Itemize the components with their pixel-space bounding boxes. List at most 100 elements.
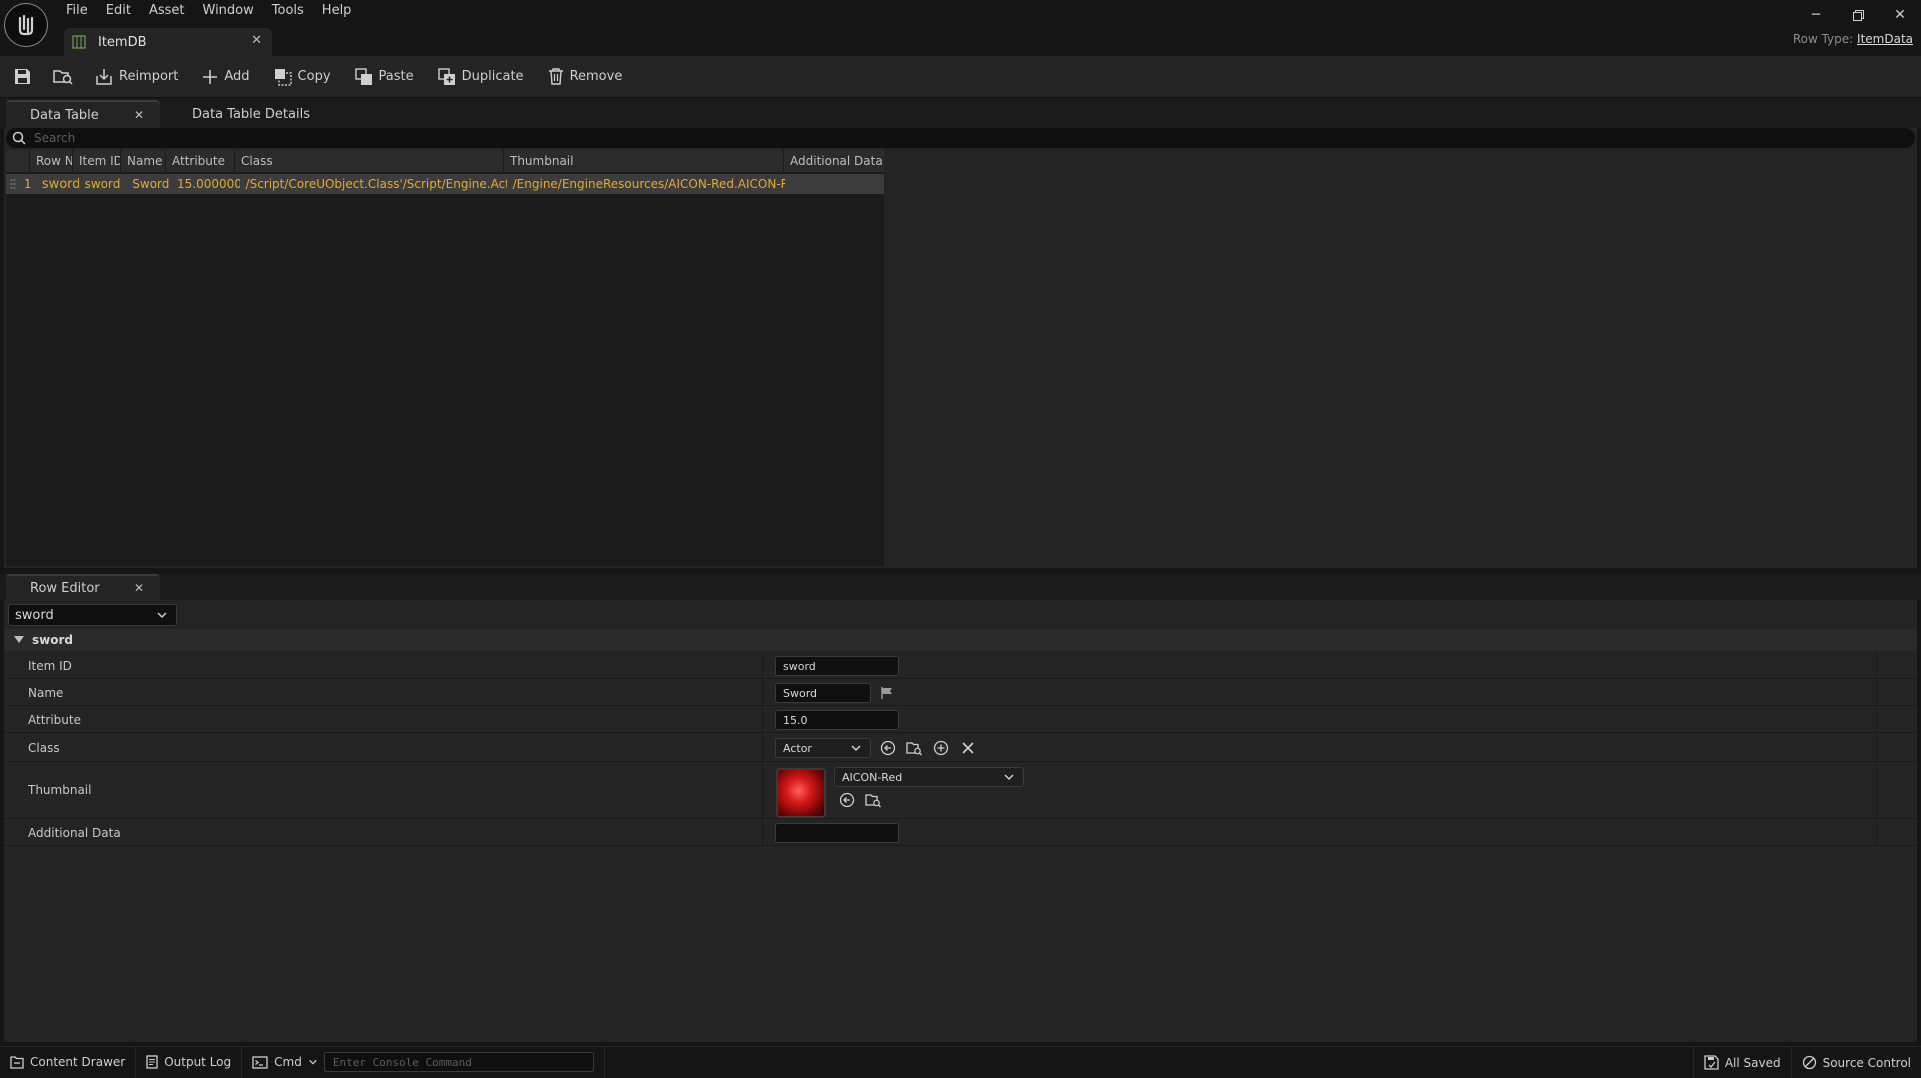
save-all-icon [1704,1055,1719,1070]
property-label: Item ID [28,659,72,673]
browse-button[interactable] [53,62,73,92]
table-row[interactable]: 1 sword sword Sword 15.000000 /Script/Co… [6,174,884,194]
all-saved-label: All Saved [1724,1055,1781,1070]
tab-data-table-details[interactable]: Data Table Details [180,100,330,128]
console-input[interactable]: Enter Console Command [323,1052,594,1072]
row-type-label: Row Type: [1792,32,1854,46]
use-selected-arrow-icon[interactable] [879,739,897,757]
class-picker-value: Actor [783,741,812,755]
add-button[interactable]: Add [202,62,250,92]
browse-folder-icon[interactable] [864,791,882,809]
reimport-button[interactable]: Reimport [95,62,178,92]
column-divider [762,679,763,705]
thumbnail-preview[interactable] [776,768,826,818]
save-button[interactable] [14,62,31,92]
divider [603,1046,605,1078]
table-body [6,150,884,566]
source-control-button[interactable]: Source Control [1792,1047,1921,1078]
document-tab[interactable]: ItemDB ✕ [64,28,272,56]
property-label: Thumbnail [28,783,92,797]
property-row-item-id: Item ID sword [4,652,1917,679]
output-log-button[interactable]: Output Log [136,1046,243,1078]
category-header[interactable]: sword [4,629,1917,651]
column-header-item-id[interactable]: Item ID [73,150,121,172]
browse-folder-icon[interactable] [905,739,923,757]
cell-thumbnail[interactable]: /Engine/EngineResources/AICON-Red.AICON-… [507,174,785,194]
copy-button[interactable]: Copy [274,62,331,92]
menu-edit[interactable]: Edit [102,0,145,22]
chevron-down-icon [1003,771,1015,783]
add-circle-icon[interactable] [932,739,950,757]
column-divider [762,733,763,761]
column-header-additional-data[interactable]: Additional Data [784,150,884,172]
attribute-field[interactable]: 15.0 [775,710,899,730]
unreal-logo-icon[interactable] [4,3,48,47]
menu-asset[interactable]: Asset [145,0,199,22]
search-input[interactable]: Search [6,128,1915,148]
property-row-additional-data: Additional Data [4,819,1917,846]
column-divider [762,819,763,845]
all-saved-button[interactable]: All Saved [1692,1047,1792,1078]
drag-handle-icon[interactable] [6,174,20,194]
cell-additional-data[interactable] [785,174,884,194]
property-row-class: Class Actor [4,733,1917,762]
row-select-value: sword [15,607,54,623]
name-field[interactable]: Sword [775,683,871,703]
source-control-disabled-icon [1802,1055,1817,1070]
tab-data-table[interactable]: Data Table ✕ [6,100,160,128]
remove-button[interactable]: Remove [548,62,622,92]
property-row-name: Name Sword [4,679,1917,706]
use-selected-arrow-icon[interactable] [838,791,856,809]
menu-tools[interactable]: Tools [268,0,318,22]
plus-icon [202,69,218,85]
cell-item-id[interactable]: sword [79,174,127,194]
content-drawer-button[interactable]: Content Drawer [0,1046,137,1078]
close-icon[interactable]: ✕ [134,108,144,122]
additional-data-field[interactable] [775,823,899,843]
column-header-row-name[interactable]: Row N [30,150,73,172]
column-divider [1876,762,1877,818]
menu-window[interactable]: Window [199,0,268,22]
source-control-label: Source Control [1822,1055,1911,1070]
column-header-thumbnail[interactable]: Thumbnail [504,150,784,172]
browse-folder-icon [53,68,73,85]
terminal-icon [252,1055,268,1069]
cell-name[interactable]: Sword [126,174,171,194]
column-divider [762,652,763,678]
column-header-name[interactable]: Name [121,150,166,172]
duplicate-button[interactable]: Duplicate [437,62,524,92]
menu-help[interactable]: Help [318,0,366,22]
cell-attribute[interactable]: 15.000000 [171,174,240,194]
column-header-class[interactable]: Class [235,150,504,172]
property-row-attribute: Attribute 15.0 [4,706,1917,733]
row-type: Row Type: ItemData [1793,32,1913,46]
item-id-field[interactable]: sword [775,656,899,676]
cmd-selector[interactable]: Cmd [242,1047,318,1078]
restore-icon[interactable] [1837,0,1879,30]
thumbnail-asset-picker[interactable]: AICON-Red [834,767,1024,787]
data-table-icon [72,35,86,49]
paste-button[interactable]: Paste [354,62,414,92]
column-header-attribute[interactable]: Attribute [166,150,235,172]
close-icon[interactable]: ✕ [251,33,262,48]
window-close-icon[interactable]: ✕ [1879,0,1921,30]
menu-file[interactable]: File [62,0,102,22]
property-row-thumbnail: Thumbnail AICON-Red [4,762,1917,819]
tab-row-editor[interactable]: Row Editor ✕ [6,574,160,600]
trash-icon [548,68,564,85]
property-label: Additional Data [28,826,121,840]
close-icon[interactable]: ✕ [134,581,144,595]
category-label: sword [32,633,73,647]
row-type-value[interactable]: ItemData [1857,32,1913,46]
clear-icon[interactable] [959,739,977,757]
reimport-label: Reimport [119,69,179,84]
class-picker[interactable]: Actor [775,738,871,758]
duplicate-icon [437,67,456,86]
cell-row-name[interactable]: sword [36,174,79,194]
add-label: Add [224,69,250,84]
row-select-dropdown[interactable]: sword [8,604,177,626]
cell-class[interactable]: /Script/CoreUObject.Class'/Script/Engine… [240,174,507,194]
column-divider [1876,706,1877,732]
minimize-icon[interactable]: ─ [1795,0,1837,30]
localization-flag-icon[interactable] [878,684,896,702]
